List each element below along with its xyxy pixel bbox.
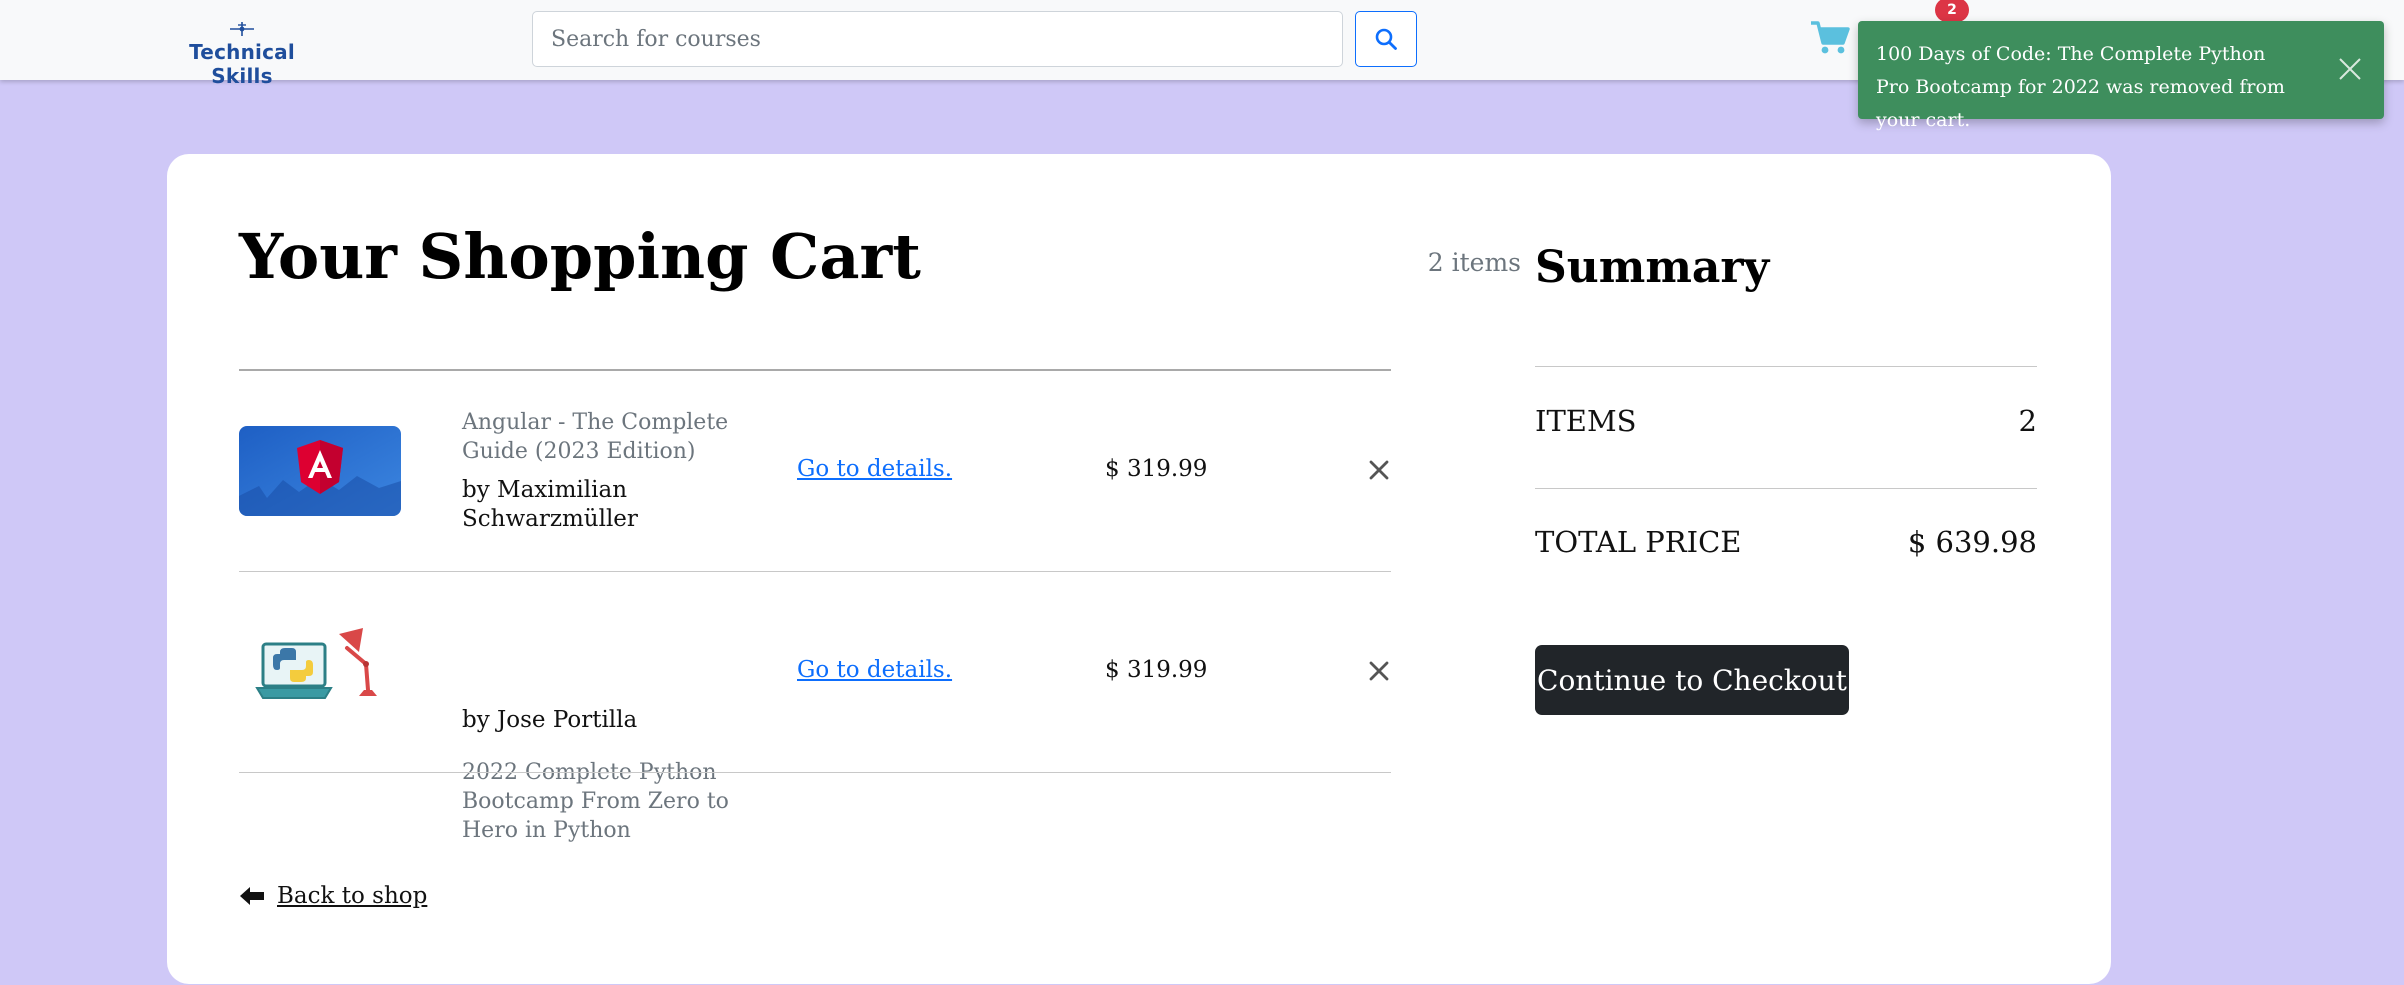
items-label: ITEMS xyxy=(1535,404,1637,438)
divider xyxy=(1535,488,2037,489)
divider xyxy=(239,772,1391,773)
checkout-button[interactable]: Continue to Checkout xyxy=(1535,645,1849,715)
search-input[interactable] xyxy=(532,11,1343,67)
brand-text: Technical Skills xyxy=(189,40,295,88)
cart-count-badge: 2 xyxy=(1935,0,1969,22)
divider xyxy=(239,571,1391,572)
angular-logo-icon xyxy=(239,426,401,516)
toast-notification: 100 Days of Code: The Complete Python Pr… xyxy=(1858,21,2384,131)
go-to-details-link[interactable]: Go to details. xyxy=(797,456,952,482)
summary-title: Summary xyxy=(1535,242,1770,293)
total-price-label: TOTAL PRICE xyxy=(1535,525,1742,559)
brand-logo[interactable]: Technical Skills xyxy=(166,20,318,88)
arrow-left-icon xyxy=(240,887,264,905)
shopping-cart-icon xyxy=(1811,21,1850,54)
plane-icon xyxy=(230,22,254,36)
item-count: 2 items xyxy=(1427,248,1521,277)
back-to-shop-link[interactable]: Back to shop xyxy=(239,880,427,912)
search-button[interactable] xyxy=(1355,11,1417,67)
cart-button[interactable] xyxy=(1810,20,1850,56)
close-icon[interactable] xyxy=(2336,55,2364,83)
course-author: by Maximilian Schwarzmüller xyxy=(462,477,638,532)
go-to-details-link[interactable]: Go to details. xyxy=(797,657,952,683)
items-value: 2 xyxy=(2018,404,2037,438)
divider xyxy=(239,369,1391,371)
divider xyxy=(1535,366,2037,367)
item-price: $ 319.99 xyxy=(1105,657,1208,683)
item-price: $ 319.99 xyxy=(1105,456,1208,482)
page-title: Your Shopping Cart xyxy=(239,220,921,293)
cart-card: Your Shopping Cart 2 items Angular - The… xyxy=(167,154,2111,984)
remove-item-icon[interactable] xyxy=(1368,459,1390,481)
search-icon xyxy=(1375,28,1397,50)
course-thumbnail[interactable] xyxy=(239,612,401,716)
toast-message: 100 Days of Code: The Complete Python Pr… xyxy=(1876,43,2285,131)
remove-item-icon[interactable] xyxy=(1368,660,1390,682)
course-thumbnail[interactable] xyxy=(239,426,401,516)
total-price-value: $ 639.98 xyxy=(1907,525,2037,559)
course-author: by Jose Portilla xyxy=(462,707,638,733)
course-title[interactable]: Angular - The Complete Guide (2023 Editi… xyxy=(462,408,732,466)
back-to-shop-label: Back to shop xyxy=(277,883,428,909)
python-laptop-icon xyxy=(239,612,401,716)
